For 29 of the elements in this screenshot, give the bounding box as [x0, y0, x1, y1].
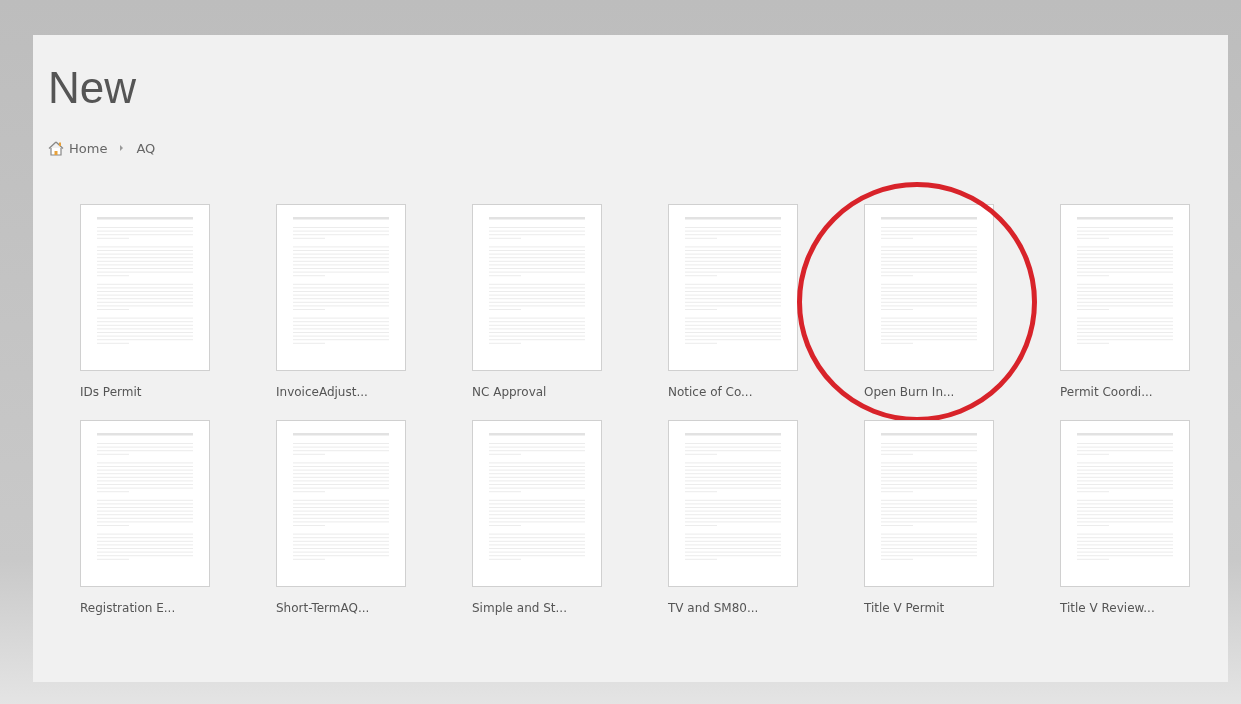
template-name[interactable]: Permit Coordi... — [1060, 382, 1190, 402]
breadcrumb-link[interactable]: Home — [48, 140, 108, 156]
chevron-icon — [119, 145, 125, 151]
template-name[interactable]: NC Approval — [472, 382, 602, 402]
document-thumbnail[interactable] — [80, 420, 210, 587]
document-thumbnail[interactable] — [668, 420, 798, 587]
document-thumbnail[interactable] — [276, 204, 406, 371]
document-thumbnail[interactable] — [80, 204, 210, 371]
document-thumbnail[interactable] — [864, 420, 994, 587]
house-icon — [48, 140, 64, 156]
document-thumbnail[interactable] — [1060, 204, 1190, 371]
template-name[interactable]: IDs Permit — [80, 382, 210, 402]
template-name[interactable]: TV and SM80... — [668, 598, 798, 618]
template-name[interactable]: Open Burn In... — [864, 382, 994, 402]
document-thumbnail[interactable] — [276, 420, 406, 587]
template-name[interactable]: Notice of Co... — [668, 382, 798, 402]
template-name[interactable]: InvoiceAdjust... — [276, 382, 406, 402]
template-name[interactable]: Simple and St... — [472, 598, 602, 618]
template-name[interactable]: Title V Permit — [864, 598, 994, 618]
page-title: New — [48, 63, 138, 113]
document-thumbnail[interactable] — [1060, 420, 1190, 587]
document-thumbnail[interactable] — [864, 204, 994, 371]
template-name[interactable]: Short-TermAQ... — [276, 598, 406, 618]
breadcrumb-link[interactable]: AQ — [136, 140, 156, 156]
template-name[interactable]: Registration E... — [80, 598, 210, 618]
document-thumbnail[interactable] — [472, 420, 602, 587]
document-thumbnail[interactable] — [668, 204, 798, 371]
template-name[interactable]: Title V Review... — [1060, 598, 1190, 618]
document-thumbnail[interactable] — [472, 204, 602, 371]
